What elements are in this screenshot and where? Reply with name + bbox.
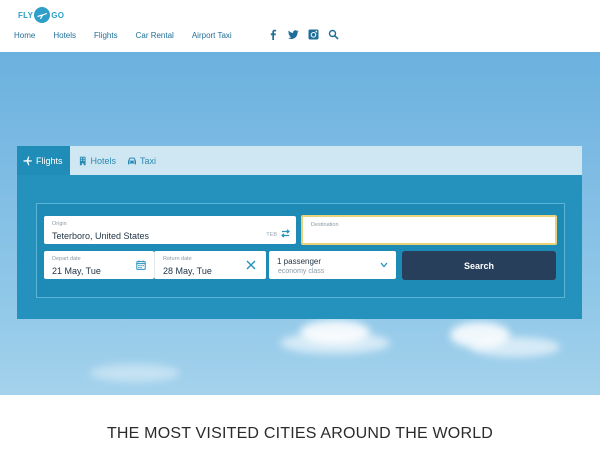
calendar-icon [136, 260, 146, 270]
nav-airport-taxi[interactable]: Airport Taxi [192, 31, 232, 40]
search-icon[interactable] [328, 29, 339, 40]
tab-taxi[interactable]: Taxi [121, 146, 163, 175]
nav-home[interactable]: Home [14, 31, 35, 40]
search-panel: Origin Teterboro, United States TEB Dest… [17, 175, 582, 319]
origin-label: Origin [52, 221, 67, 227]
return-value: 28 May, Tue [163, 266, 212, 276]
search-form: Origin Teterboro, United States TEB Dest… [36, 203, 565, 298]
depart-date-field[interactable]: Depart date 21 May, Tue [44, 251, 154, 279]
clear-icon[interactable] [246, 260, 256, 270]
cloud-image [470, 337, 560, 357]
plane-icon [23, 155, 33, 165]
passengers-select[interactable]: 1 passenger economy class [269, 251, 396, 279]
destination-field[interactable]: Destination [301, 215, 557, 245]
tab-label: Taxi [140, 155, 157, 166]
origin-value: Teterboro, United States [52, 231, 150, 241]
logo[interactable]: FLY GO [18, 5, 64, 25]
origin-field[interactable]: Origin Teterboro, United States TEB [44, 216, 296, 244]
facebook-icon[interactable] [268, 29, 279, 40]
depart-value: 21 May, Tue [52, 266, 101, 276]
cloud-image [280, 332, 390, 354]
building-icon [79, 156, 86, 165]
passengers-value: 1 passenger [277, 257, 322, 266]
site-header: FLY GO Home Hotels Flights Car Rental Ai… [0, 0, 600, 52]
chevron-down-icon [380, 262, 388, 268]
logo-text-right: GO [51, 10, 65, 20]
return-date-field[interactable]: Return date 28 May, Tue [154, 251, 266, 279]
destination-label: Destination [311, 222, 339, 228]
main-nav: Home Hotels Flights Car Rental Airport T… [14, 31, 250, 40]
tab-flights[interactable]: Flights [17, 146, 70, 175]
instagram-icon[interactable] [308, 29, 319, 40]
logo-text-left: FLY [18, 10, 34, 20]
search-widget: Flights Hotels Taxi Origin Teterboro, Un… [17, 146, 582, 319]
car-icon [128, 157, 136, 164]
return-label: Return date [163, 256, 192, 262]
origin-code: TEB [266, 232, 277, 238]
section-heading: THE MOST VISITED CITIES AROUND THE WORLD [106, 425, 494, 442]
swap-arrows-icon[interactable] [280, 228, 291, 239]
social-links [268, 29, 348, 40]
twitter-icon[interactable] [288, 29, 299, 40]
tab-label: Flights [36, 155, 63, 166]
tab-label: Hotels [90, 155, 116, 166]
depart-label: Depart date [52, 256, 81, 262]
nav-hotels[interactable]: Hotels [53, 31, 76, 40]
tab-hotels[interactable]: Hotels [72, 146, 122, 175]
cabin-class: economy class [278, 268, 325, 275]
search-tabs: Flights Hotels Taxi [17, 146, 582, 175]
cloud-image [90, 364, 180, 382]
nav-flights[interactable]: Flights [94, 31, 118, 40]
search-button[interactable]: Search [402, 251, 556, 280]
globe-plane-icon [34, 7, 51, 23]
nav-car-rental[interactable]: Car Rental [136, 31, 174, 40]
